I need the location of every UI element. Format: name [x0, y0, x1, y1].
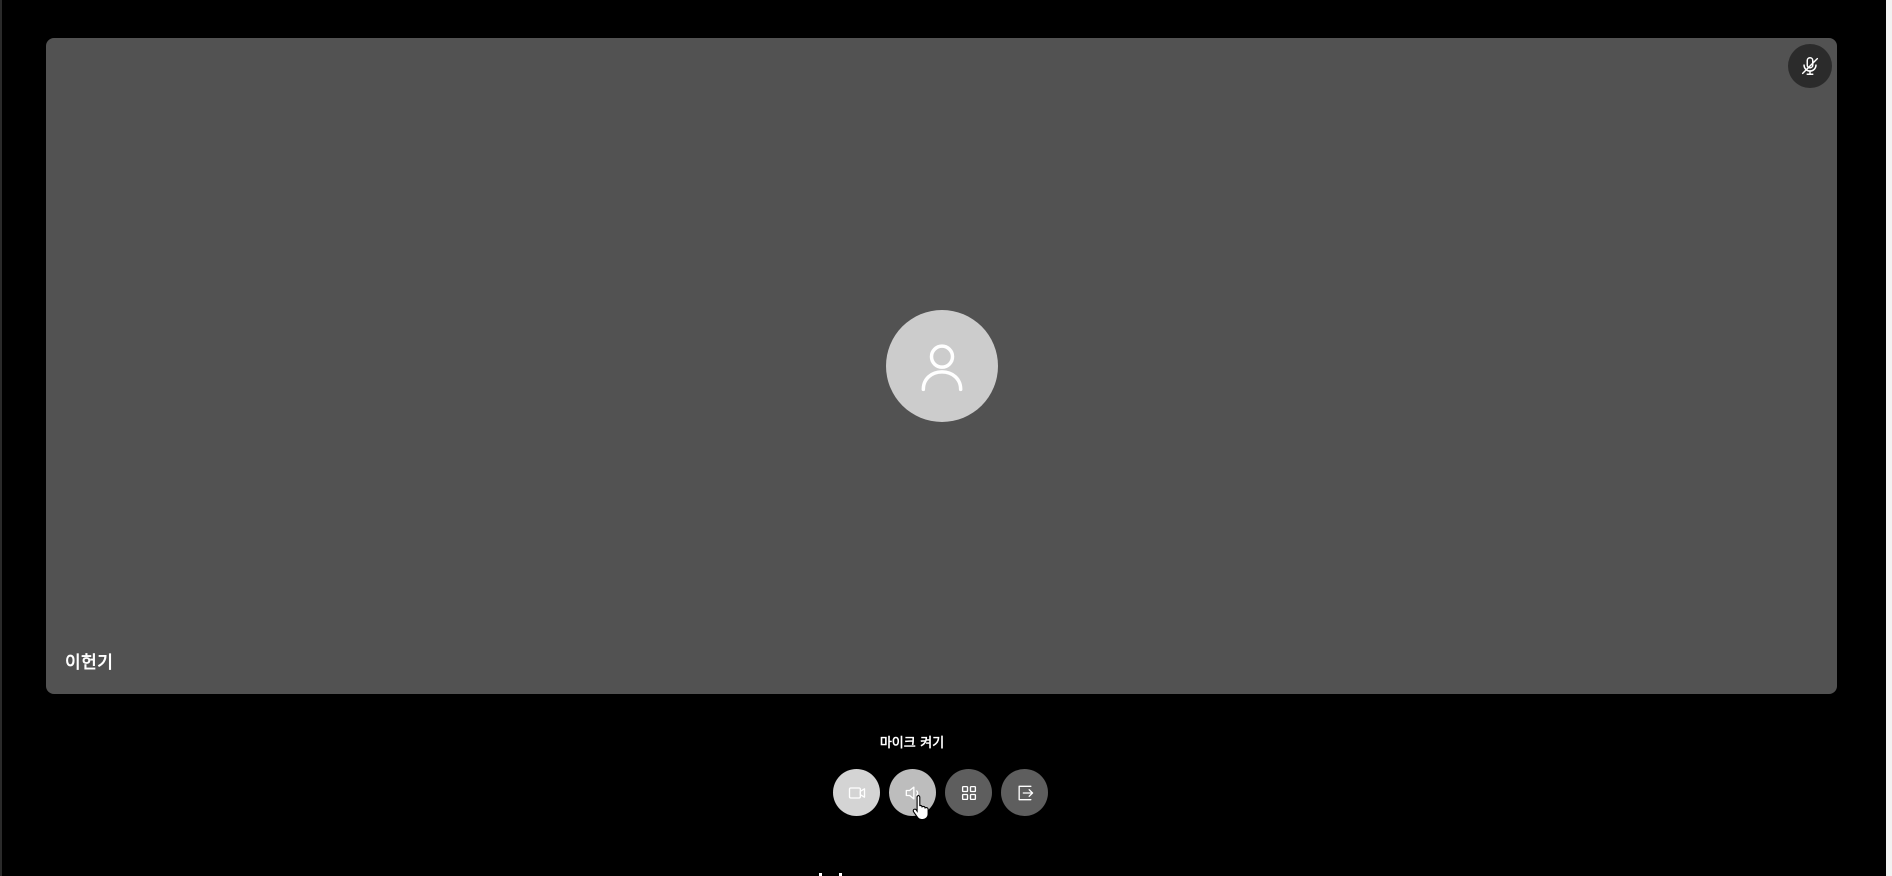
camera-toggle-button[interactable] [833, 769, 880, 816]
scrollbar-thumb[interactable] [1886, 0, 1892, 876]
avatar [886, 310, 998, 422]
partial-text-fragment [819, 873, 842, 876]
grid-icon [961, 785, 976, 800]
user-icon [921, 344, 963, 392]
pointer-cursor-icon [912, 794, 929, 820]
exit-icon [1018, 785, 1033, 800]
video-call-app: 이헌기 마이크 켜기 [0, 0, 1892, 876]
video-camera-icon [848, 786, 865, 799]
participant-name: 이헌기 [65, 653, 114, 673]
window-edge [0, 0, 2, 876]
participant-video-tile[interactable]: 이헌기 [46, 38, 1837, 694]
call-controls [833, 769, 1048, 816]
mic-tooltip: 마이크 켜기 [879, 736, 945, 751]
vertical-scrollbar[interactable] [1886, 0, 1892, 876]
leave-button[interactable] [1001, 769, 1048, 816]
mic-off-icon [1788, 44, 1832, 88]
layout-grid-button[interactable] [945, 769, 992, 816]
